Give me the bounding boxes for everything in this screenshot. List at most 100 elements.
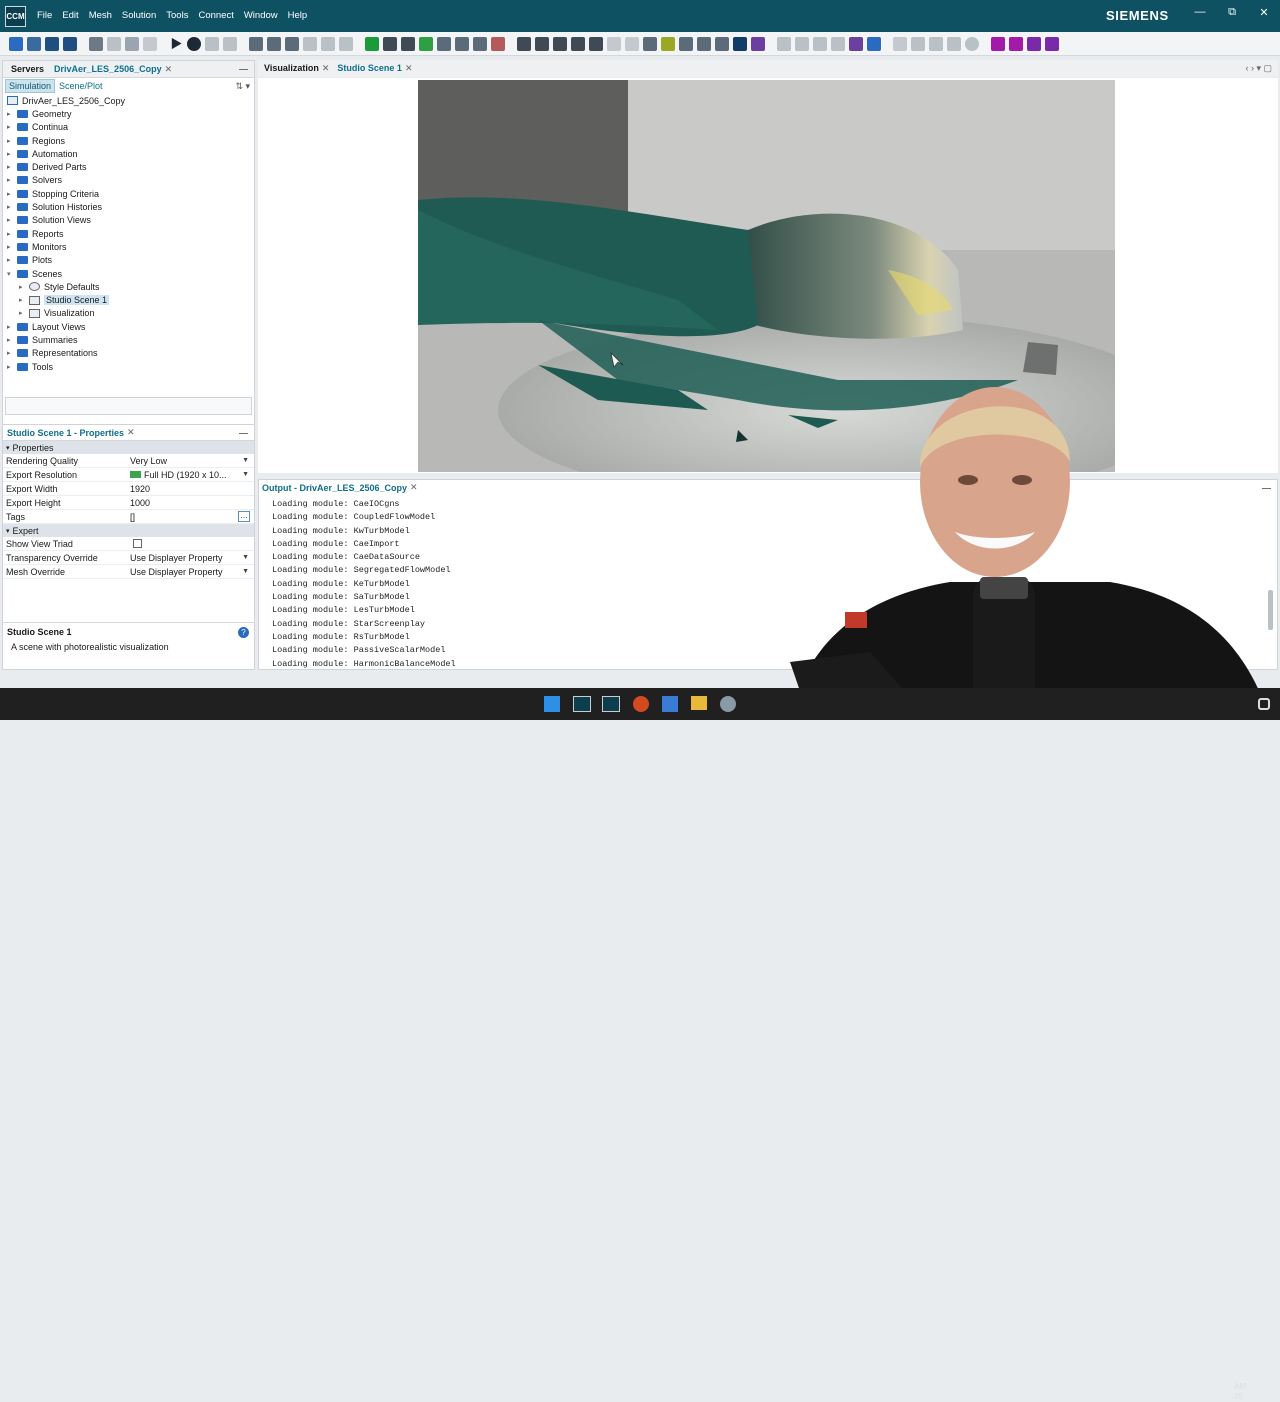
layout-icon[interactable] [715,36,729,51]
stop-icon[interactable] [223,36,237,51]
expand-icon[interactable]: ▸ [19,283,29,291]
chevron-down-icon[interactable]: ▼ [242,471,249,478]
prop-transparency-override[interactable]: Transparency Override Use Displayer Prope… [3,551,254,565]
expand-icon[interactable]: ▸ [19,296,29,304]
prop-show-view-triad[interactable]: Show View Triad [3,537,254,551]
minimize-properties-icon[interactable]: — [239,428,254,438]
tree-item-solution-views[interactable]: ▸ Solution Views [7,214,254,227]
tree-item-solution-histories[interactable]: ▸ Solution Histories [7,200,254,213]
tree-item-style-defaults[interactable]: ▸ Style Defaults [7,280,254,293]
undo-icon[interactable] [125,36,139,51]
select-region-icon[interactable] [553,36,567,51]
tab-studio-scene-1[interactable]: Studio Scene 1 ✕ [337,63,412,74]
close-tab-icon[interactable]: ✕ [405,63,413,73]
mesh-icon[interactable] [249,36,263,51]
expand-icon[interactable]: ▸ [7,216,17,224]
window-tile-icon[interactable] [991,36,1005,51]
chevron-down-icon[interactable]: ▼ [242,568,249,575]
animation-forward-icon[interactable] [947,36,961,51]
close-properties-icon[interactable]: ✕ [127,427,135,438]
annotate-icon[interactable] [813,36,827,51]
close-button[interactable]: ✕ [1248,6,1280,19]
prop-export-resolution[interactable]: Export Resolution Full HD (1920 x 10... ▼ [3,468,254,482]
tree-item-representations[interactable]: ▸ Representations [7,347,254,360]
browser-icon[interactable] [633,696,649,712]
measure-icon[interactable] [795,36,809,51]
mesh-diagnostics-icon[interactable] [321,36,335,51]
notification-icon[interactable] [1258,698,1270,710]
volume-mesh-icon[interactable] [285,36,299,51]
mesh-clear-icon[interactable] [303,36,317,51]
tree-item-solvers[interactable]: ▸ Solvers [7,174,254,187]
menu-window[interactable]: Window [244,10,278,21]
prop-mesh-override[interactable]: Mesh Override Use Displayer Property ▼ [3,565,254,579]
pause-icon[interactable] [205,36,219,51]
menu-connect[interactable]: Connect [198,10,233,21]
tab-visualization[interactable]: Visualization ✕ [264,63,329,74]
starccm-taskbar-icon[interactable] [573,696,591,712]
tree-item-summaries[interactable]: ▸ Summaries [7,333,254,346]
section-properties[interactable]: ▾ Properties [3,441,254,454]
surface-repair-icon[interactable] [267,36,281,51]
chart-icon[interactable] [867,36,881,51]
animation-back-icon[interactable] [929,36,943,51]
tree-options-icon[interactable]: ⇅ ▾ [235,81,250,92]
close-output-icon[interactable]: ✕ [410,482,418,493]
minimize-button[interactable]: — [1184,6,1216,19]
paste-icon[interactable] [107,36,121,51]
tree-item-continua[interactable]: ▸ Continua [7,121,254,134]
copy-icon[interactable] [89,36,103,51]
expand-icon[interactable]: ▸ [7,110,17,118]
settings-icon[interactable] [720,696,736,712]
mesh-options-icon[interactable] [339,36,353,51]
close-tab-icon[interactable]: ✕ [165,64,173,74]
tree-item-visualization[interactable]: ▸ Visualization [7,307,254,320]
zoom-in-icon[interactable] [419,36,433,51]
menu-file[interactable]: File [37,10,52,21]
tree-item-scenes[interactable]: ▾ Scenes [7,267,254,280]
tree-item-monitors[interactable]: ▸ Monitors [7,240,254,253]
flag-icon[interactable] [365,36,379,51]
tree-filter-box[interactable] [5,397,252,415]
file-explorer-icon[interactable] [691,696,707,710]
transform-icon[interactable] [455,36,469,51]
expand-icon[interactable]: ▸ [19,309,29,317]
prop-export-height[interactable]: Export Height 1000 [3,496,254,510]
pointer-icon[interactable] [831,36,845,51]
subtab-scene-plot[interactable]: Scene/Plot [59,81,103,91]
tree-item-plots[interactable]: ▸ Plots [7,254,254,267]
probe-icon[interactable] [777,36,791,51]
expand-icon[interactable]: ▸ [7,363,17,371]
fit-view-icon[interactable] [535,36,549,51]
tray-clock[interactable]: AM 25 [1234,1382,1246,1402]
tree-item-studio-scene-1[interactable]: ▸ Studio Scene 1 [7,293,254,306]
restore-button[interactable]: ⧉ [1216,6,1248,19]
edit-tags-button[interactable]: … [238,511,250,522]
prop-tags[interactable]: Tags[]… [3,510,254,524]
reset-icon[interactable] [473,36,487,51]
expand-icon[interactable]: ▸ [7,150,17,158]
section-expert[interactable]: ▾ Expert [3,524,254,537]
expand-icon[interactable]: ▸ [7,176,17,184]
viz-nav-icons[interactable]: ‹ › ▾ ▢ [1245,63,1278,74]
new-simulation-icon[interactable] [9,36,23,51]
collapse-icon[interactable]: ▾ [7,270,17,278]
animation-stop-icon[interactable] [911,36,925,51]
expand-icon[interactable]: ▸ [7,123,17,131]
close-tab-icon[interactable]: ✕ [322,63,330,73]
run-icon[interactable] [171,37,182,50]
starccm-active-taskbar-icon[interactable] [602,696,620,712]
walk-icon[interactable] [401,36,415,51]
person-icon[interactable] [383,36,397,51]
record-icon[interactable] [491,36,505,51]
minimize-panel-icon[interactable]: — [239,64,254,74]
expand-icon[interactable]: ▸ [7,137,17,145]
subtab-simulation[interactable]: Simulation [5,79,56,93]
open-icon[interactable] [27,36,41,51]
camera-icon[interactable] [517,36,531,51]
tree-item-automation[interactable]: ▸ Automation [7,147,254,160]
start-icon[interactable] [544,696,560,712]
menu-help[interactable]: Help [288,10,308,21]
tree-item-derived-parts[interactable]: ▸ Derived Parts [7,160,254,173]
expand-icon[interactable]: ▸ [7,203,17,211]
